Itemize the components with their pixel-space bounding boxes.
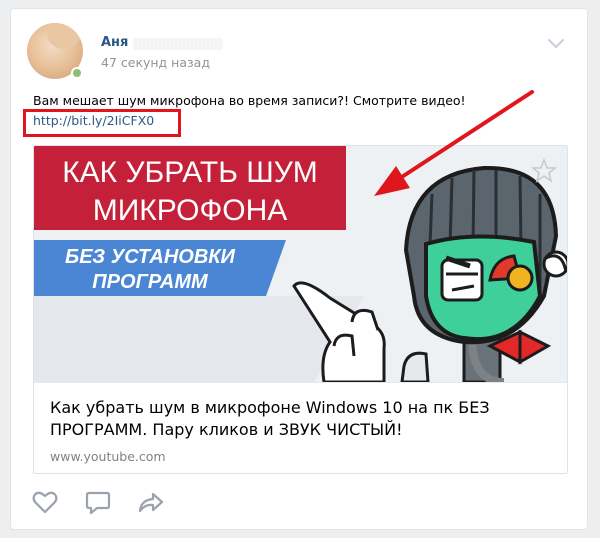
online-status-dot <box>71 67 83 79</box>
chevron-down-icon[interactable] <box>548 39 564 49</box>
comment-icon[interactable] <box>84 489 112 515</box>
post-actions <box>11 483 589 523</box>
share-arrow-icon[interactable] <box>137 489 165 515</box>
author-surname-blur <box>133 38 223 50</box>
attachment-domain: www.youtube.com <box>50 449 166 464</box>
post-text: Вам мешает шум микрофона во время записи… <box>33 93 466 108</box>
thumb-banner-line2: ПРОГРАММ <box>92 271 209 293</box>
heart-icon[interactable] <box>31 489 59 515</box>
post-card: Аня 47 секунд назад Вам мешает шум микро… <box>10 8 588 530</box>
video-attachment[interactable]: КАК УБРАТЬ ШУМ МИКРОФОНА БЕЗ УСТАНОВКИ П… <box>33 145 568 474</box>
video-thumbnail[interactable]: КАК УБРАТЬ ШУМ МИКРОФОНА БЕЗ УСТАНОВКИ П… <box>34 146 567 382</box>
attachment-description[interactable]: Как убрать шум в микрофоне Windows 10 на… <box>34 382 567 473</box>
thumb-banner-line1: БЕЗ УСТАНОВКИ <box>65 246 236 268</box>
thumb-title-line2: МИКРОФОНА <box>93 194 288 227</box>
post-time[interactable]: 47 секунд назад <box>101 55 210 70</box>
thumb-title-line1: КАК УБРАТЬ ШУМ <box>62 156 318 189</box>
post-link[interactable]: http://bit.ly/2IiCFX0 <box>33 113 154 128</box>
attachment-title[interactable]: Как убрать шум в микрофоне Windows 10 на… <box>50 397 550 441</box>
author-name[interactable]: Аня <box>101 35 128 50</box>
